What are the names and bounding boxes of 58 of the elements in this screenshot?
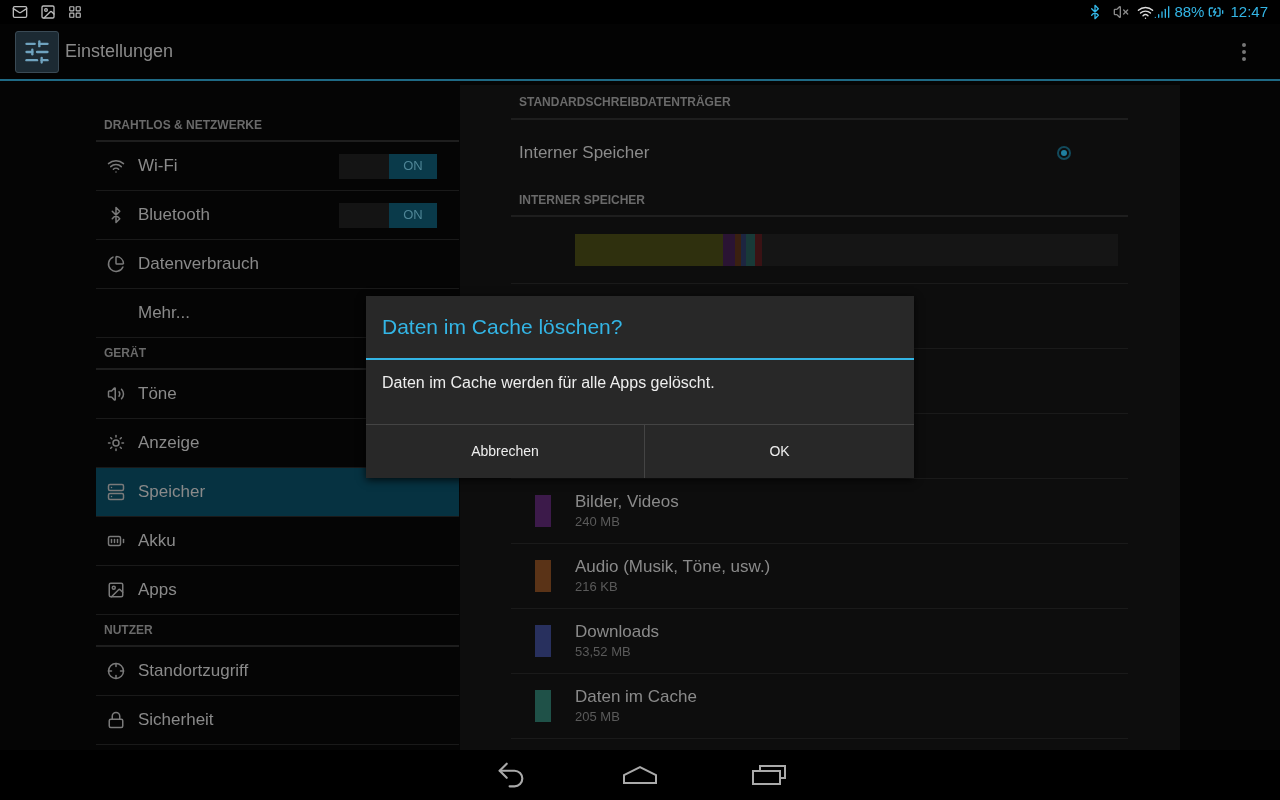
category-size: 216 KB [575,578,619,596]
section-header: INTERNER SPEICHER [519,192,646,209]
dialog-button[interactable]: OK [645,425,914,478]
category-title: Bilder, Videos [575,491,679,513]
clock: 12:47 [1230,1,1268,22]
lock-icon [107,711,125,729]
toggle-switch[interactable]: ON [339,153,437,179]
radio-button[interactable] [1057,145,1071,160]
picture-icon [40,4,56,20]
speaker-icon [107,385,125,403]
category-size: 53,52 MB [575,643,632,661]
settings-item[interactable]: Apps [96,566,459,615]
section-header: STANDARDSCHREIBDATENTRÄGER [519,93,731,111]
wifi-icon [107,157,125,175]
item-label: Datenverbrauch [138,253,259,276]
brightness-icon [107,434,125,452]
category-title: Audio (Musik, Töne, usw.) [575,556,771,578]
item-label: Apps [138,579,177,602]
location-icon [107,662,125,680]
item-label: Anzeige [138,432,200,455]
signal-icon [1154,4,1171,20]
settings-item[interactable]: Datenverbrauch [96,240,459,289]
item-label: Speicher [138,481,206,504]
settings-item[interactable]: Bluetooth ON [96,191,459,240]
settings-item[interactable]: Sicherheit [96,696,459,745]
battery-icon [1208,4,1225,20]
item-label: Standortzugriff [138,660,249,683]
section-header: NUTZER [104,622,153,639]
category-title: Downloads [575,621,660,643]
settings-item[interactable]: Standortzugriff [96,647,459,696]
dialog-button[interactable]: Abbrechen [366,425,645,478]
settings-app-icon[interactable] [15,30,59,73]
item-label: Wi-Fi [138,155,178,178]
mute-icon [1113,4,1130,20]
item-label: Mehr... [138,302,190,325]
category-title: Daten im Cache [575,686,697,708]
volume-label: Interner Speicher [519,141,651,164]
section-header: DRAHTLOS & NETZWERKE [104,117,262,134]
item-label: Akku [138,530,176,553]
item-label: Töne [138,383,177,406]
category-size: 240 MB [575,513,621,531]
settings-item[interactable]: Wi-Fi ON [96,142,459,191]
storage-icon [107,483,125,501]
settings-item[interactable]: Akku [96,517,459,566]
toggle-switch[interactable]: ON [339,202,437,228]
item-label: Bluetooth [138,204,210,227]
section-header: GERÄT [104,345,146,362]
grid-icon [68,5,82,19]
home-icon[interactable] [622,765,658,785]
settings-item[interactable]: Speicher [96,468,459,517]
battery-percent: 88% [1174,1,1205,22]
mail-icon [12,4,28,20]
picture-icon [107,581,125,599]
pie-chart-icon [107,255,125,273]
category-size: 205 MB [575,708,621,726]
item-label: Sicherheit [138,709,214,732]
app-title: Einstellungen [65,40,175,63]
recent-apps-icon[interactable] [752,765,786,785]
